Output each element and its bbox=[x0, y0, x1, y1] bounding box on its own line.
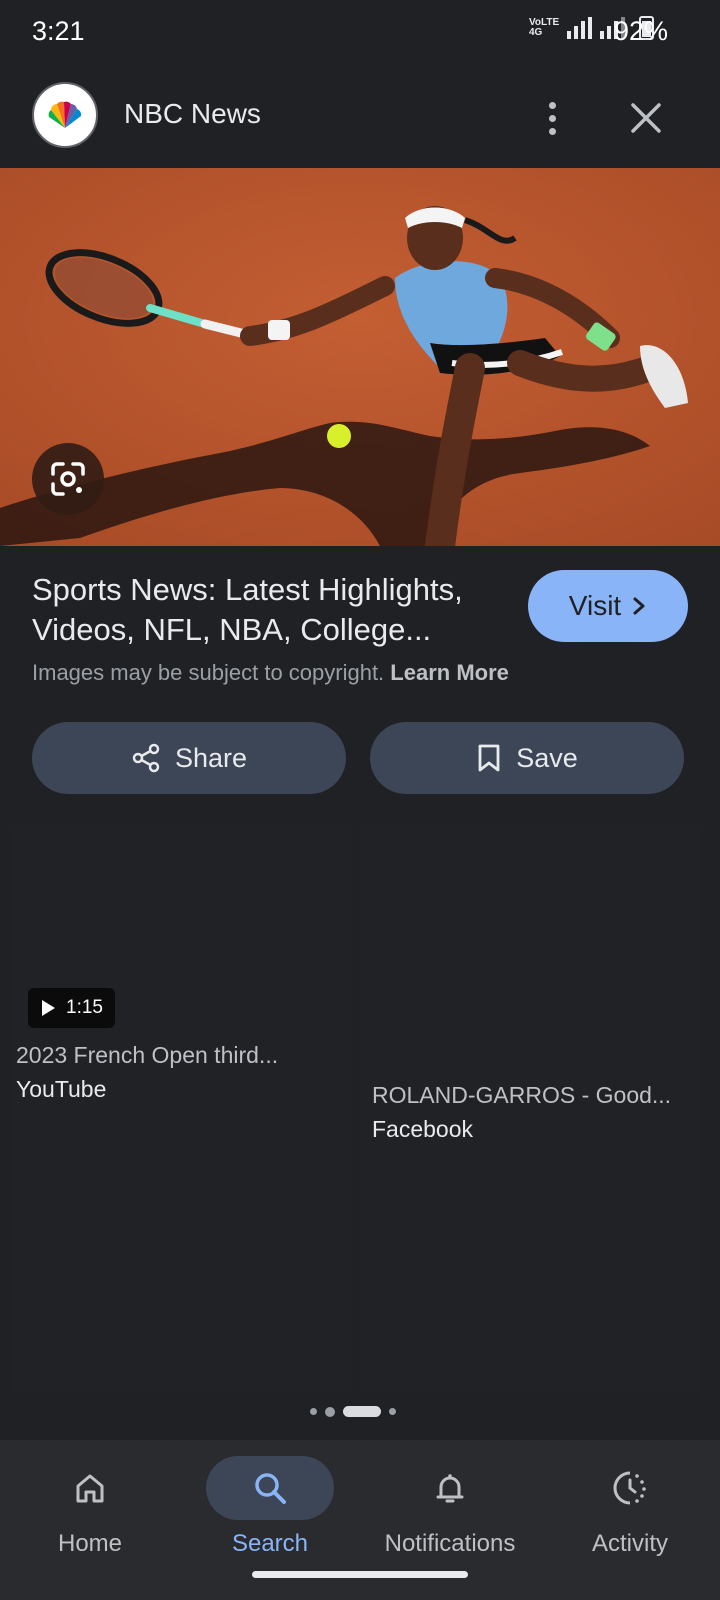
page-dot-active bbox=[343, 1406, 381, 1417]
share-button[interactable]: Share bbox=[32, 722, 346, 794]
related-result-source: YouTube bbox=[16, 1076, 107, 1102]
nav-notifications[interactable]: Notifications bbox=[360, 1448, 540, 1568]
related-result-title: ROLAND-GARROS - Good... bbox=[372, 1082, 672, 1108]
tennis-player-illustration bbox=[0, 168, 720, 546]
visit-button[interactable]: Visit bbox=[528, 570, 688, 642]
related-result-card[interactable]: 1:15 2023 French Open third... YouTube bbox=[12, 830, 352, 1390]
result-title[interactable]: Sports News: Latest Highlights, Videos, … bbox=[32, 570, 502, 650]
screen: 3:21 VoLTE 4G 92% NBC News Sports News: … bbox=[0, 0, 720, 1600]
chevron-right-icon bbox=[633, 597, 645, 615]
nav-home[interactable]: Home bbox=[0, 1448, 180, 1568]
page-indicator bbox=[310, 1406, 396, 1417]
share-label: Share bbox=[174, 742, 248, 773]
nav-search[interactable]: Search bbox=[180, 1448, 360, 1568]
share-icon bbox=[132, 743, 160, 773]
status-time: 3:21 bbox=[32, 16, 85, 46]
signal-icon bbox=[567, 17, 592, 39]
battery-percent: 92% bbox=[614, 16, 669, 46]
bookmark-icon bbox=[478, 744, 500, 772]
network-type-label: VoLTE 4G bbox=[529, 17, 560, 38]
related-result-card[interactable]: ROLAND-GARROS - Good... Facebook bbox=[360, 830, 700, 1390]
close-icon[interactable] bbox=[624, 96, 668, 140]
copyright-notice: Images may be subject to copyright. Lear… bbox=[32, 660, 509, 686]
related-result-title: 2023 French Open third... bbox=[16, 1042, 279, 1068]
save-label: Save bbox=[516, 742, 578, 773]
activity-icon bbox=[566, 1456, 694, 1520]
video-duration-badge: 1:15 bbox=[28, 988, 115, 1028]
nav-home-label: Home bbox=[57, 1530, 123, 1557]
nav-search-label: Search bbox=[231, 1530, 309, 1557]
bell-icon bbox=[386, 1456, 514, 1520]
site-name[interactable]: NBC News bbox=[124, 98, 261, 130]
page-dot bbox=[325, 1406, 335, 1417]
play-icon bbox=[42, 1000, 55, 1016]
page-dot bbox=[389, 1408, 396, 1415]
copyright-text: Images may be subject to copyright. bbox=[32, 660, 385, 685]
more-options-icon[interactable] bbox=[530, 96, 574, 140]
visit-label: Visit bbox=[568, 590, 622, 621]
save-button[interactable]: Save bbox=[370, 722, 684, 794]
gesture-home-bar[interactable] bbox=[252, 1571, 468, 1578]
related-result-source: Facebook bbox=[372, 1116, 474, 1142]
status-bar: 3:21 VoLTE 4G 92% bbox=[0, 0, 720, 66]
nav-activity[interactable]: Activity bbox=[540, 1448, 720, 1568]
nav-activity-label: Activity bbox=[591, 1530, 668, 1557]
search-icon bbox=[206, 1456, 334, 1520]
nbc-peacock-logo-icon bbox=[32, 82, 98, 148]
result-image[interactable] bbox=[0, 168, 720, 546]
nav-notifications-label: Notifications bbox=[384, 1530, 516, 1557]
home-icon bbox=[26, 1456, 154, 1520]
learn-more-link[interactable]: Learn More bbox=[390, 660, 509, 685]
video-duration: 1:15 bbox=[66, 997, 103, 1018]
google-lens-icon[interactable] bbox=[32, 443, 104, 515]
result-header: NBC News bbox=[0, 80, 720, 166]
page-dot bbox=[310, 1408, 317, 1415]
